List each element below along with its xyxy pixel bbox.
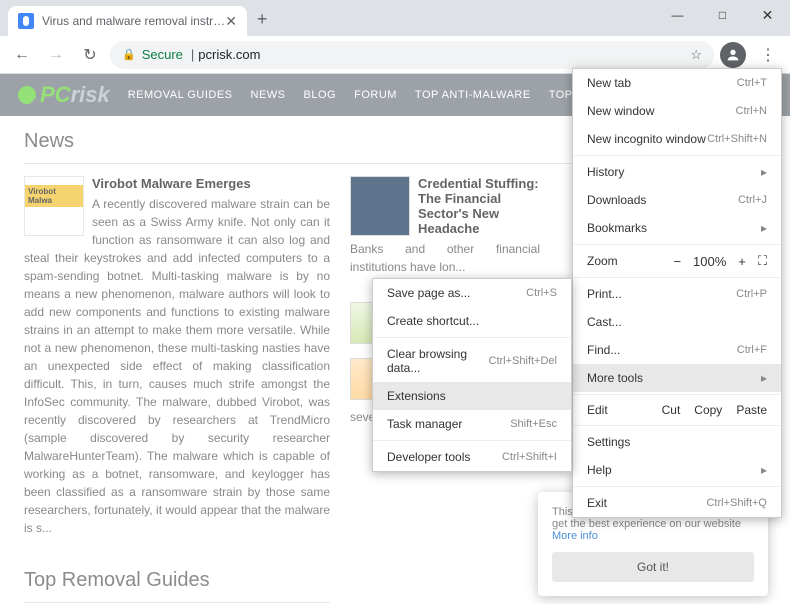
chevron-right-icon: ▸ [761, 165, 767, 179]
chevron-right-icon: ▸ [761, 463, 767, 477]
submenu-task-manager[interactable]: Task managerShift+Esc [373, 410, 571, 438]
cut-button[interactable]: Cut [662, 403, 681, 417]
copy-button[interactable]: Copy [694, 403, 722, 417]
submenu-extensions[interactable]: Extensions [373, 382, 571, 410]
url-text: pcrisk.com [198, 47, 260, 62]
fullscreen-icon[interactable]: ⛶ [758, 253, 767, 269]
reload-button[interactable]: ↻ [76, 41, 104, 69]
menu-edit-row: Edit Cut Copy Paste [573, 397, 781, 423]
menu-exit[interactable]: ExitCtrl+Shift+Q [573, 489, 781, 517]
menu-cast[interactable]: Cast... [573, 308, 781, 336]
favicon-icon [18, 13, 34, 29]
menu-find[interactable]: Find...Ctrl+F [573, 336, 781, 364]
chevron-right-icon: ▸ [761, 371, 767, 385]
menu-settings[interactable]: Settings [573, 428, 781, 456]
browser-tab[interactable]: Virus and malware removal instr… ✕ [8, 6, 247, 36]
menu-more-tools[interactable]: More tools▸ [573, 364, 781, 392]
bookmark-star-icon[interactable]: ☆ [690, 47, 702, 63]
chevron-right-icon: ▸ [761, 221, 767, 235]
close-window-button[interactable]: ✕ [745, 0, 790, 30]
menu-incognito[interactable]: New incognito windowCtrl+Shift+N [573, 125, 781, 153]
zoom-value: 100% [693, 254, 726, 269]
menu-print[interactable]: Print...Ctrl+P [573, 280, 781, 308]
menu-new-window[interactable]: New windowCtrl+N [573, 97, 781, 125]
chrome-main-menu: New tabCtrl+T New windowCtrl+N New incog… [572, 68, 782, 518]
submenu-save-page[interactable]: Save page as...Ctrl+S [373, 279, 571, 307]
profile-avatar-icon[interactable] [720, 42, 746, 68]
submenu-dev-tools[interactable]: Developer toolsCtrl+Shift+I [373, 443, 571, 471]
minimize-button[interactable]: — [655, 0, 700, 30]
window-controls: — □ ✕ [655, 0, 790, 30]
more-tools-submenu: Save page as...Ctrl+S Create shortcut...… [372, 278, 572, 472]
close-tab-icon[interactable]: ✕ [225, 13, 237, 30]
menu-zoom: Zoom − 100% + ⛶ [573, 247, 781, 275]
chrome-menu-button[interactable]: ⋮ [754, 41, 782, 69]
titlebar: Virus and malware removal instr… ✕ + — □… [0, 0, 790, 36]
cookie-more-link[interactable]: More info [552, 530, 598, 542]
menu-new-tab[interactable]: New tabCtrl+T [573, 69, 781, 97]
submenu-create-shortcut[interactable]: Create shortcut... [373, 307, 571, 335]
zoom-in-button[interactable]: + [738, 254, 746, 269]
tab-title: Virus and malware removal instr… [42, 14, 225, 28]
maximize-button[interactable]: □ [700, 0, 745, 30]
menu-history[interactable]: History▸ [573, 158, 781, 186]
menu-bookmarks[interactable]: Bookmarks▸ [573, 214, 781, 242]
paste-button[interactable]: Paste [736, 403, 767, 417]
lock-icon: 🔒 [122, 48, 136, 61]
back-button[interactable]: ← [8, 41, 36, 69]
menu-help[interactable]: Help▸ [573, 456, 781, 484]
address-bar[interactable]: 🔒 Secure | pcrisk.com ☆ [110, 41, 714, 69]
submenu-clear-data[interactable]: Clear browsing data...Ctrl+Shift+Del [373, 340, 571, 382]
forward-button: → [42, 41, 70, 69]
zoom-out-button[interactable]: − [673, 254, 681, 269]
new-tab-button[interactable]: + [257, 9, 268, 30]
cookie-accept-button[interactable]: Got it! [552, 552, 754, 582]
menu-downloads[interactable]: DownloadsCtrl+J [573, 186, 781, 214]
secure-label: Secure [142, 47, 183, 62]
